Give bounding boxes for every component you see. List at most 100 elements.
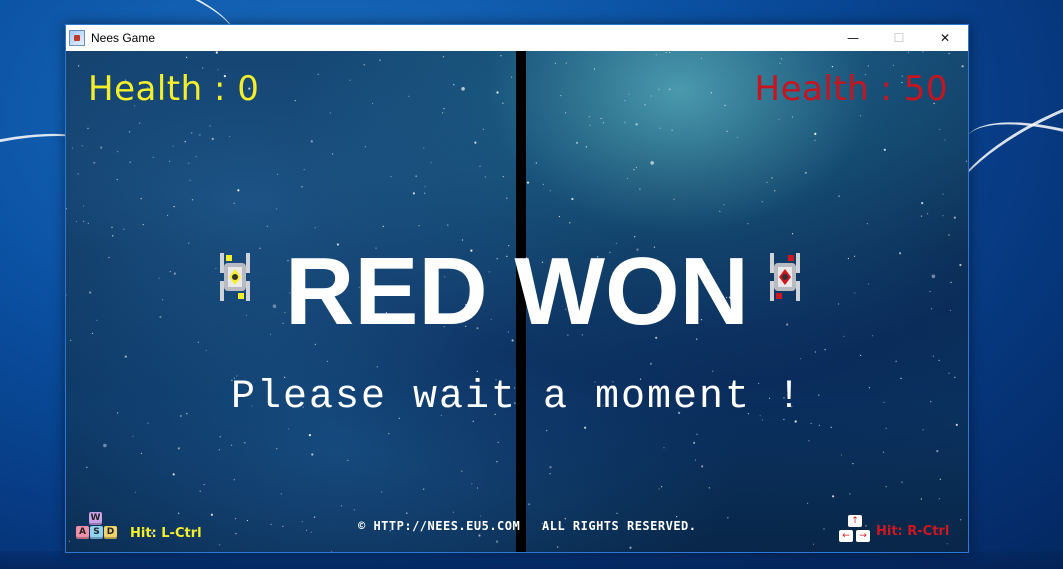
- star: [694, 459, 697, 461]
- star: [86, 466, 88, 468]
- star: [340, 505, 343, 507]
- star: [123, 228, 125, 230]
- star: [936, 450, 939, 453]
- star: [442, 112, 444, 114]
- star: [219, 544, 221, 546]
- star: [589, 124, 591, 126]
- star: [824, 349, 826, 351]
- star: [650, 161, 654, 165]
- star: [231, 444, 233, 446]
- star: [364, 146, 366, 148]
- star: [883, 148, 886, 151]
- star: [616, 512, 618, 514]
- star: [147, 422, 149, 424]
- star: [132, 435, 134, 437]
- star: [546, 430, 548, 432]
- star: [885, 427, 887, 429]
- star: [280, 493, 282, 495]
- star: [282, 525, 284, 527]
- star: [211, 137, 214, 140]
- star: [938, 359, 940, 361]
- star: [814, 139, 816, 141]
- star: [659, 127, 661, 129]
- star: [430, 162, 432, 164]
- star: [186, 56, 188, 58]
- star: [804, 171, 807, 174]
- star: [882, 451, 885, 453]
- star: [495, 540, 499, 543]
- star: [814, 132, 817, 135]
- arrow-up-key: ↑: [848, 515, 862, 527]
- star: [331, 550, 333, 552]
- star: [700, 57, 703, 59]
- star: [663, 447, 665, 449]
- star: [938, 498, 940, 500]
- copyright-link[interactable]: © HTTP://NEES.EU5.COM: [358, 519, 520, 533]
- close-button[interactable]: ✕: [922, 25, 968, 51]
- star: [885, 486, 887, 488]
- left-fire-hint: Hit: L-Ctrl: [130, 526, 202, 541]
- star: [382, 225, 384, 227]
- game-canvas[interactable]: Health : 0 Health : 50 RED WON Please wa…: [66, 51, 968, 552]
- title-bar[interactable]: Nees Game — ☐ ✕: [66, 25, 968, 51]
- star: [173, 206, 175, 208]
- star: [658, 488, 660, 490]
- minimize-button[interactable]: —: [830, 25, 876, 51]
- star: [892, 64, 895, 66]
- key-a: A: [76, 526, 89, 539]
- star: [655, 54, 657, 56]
- star: [233, 202, 235, 204]
- star: [602, 122, 604, 124]
- star: [476, 370, 478, 372]
- star: [191, 132, 193, 134]
- star: [184, 141, 186, 143]
- star: [823, 528, 825, 530]
- star: [103, 443, 107, 448]
- star: [565, 112, 567, 114]
- star: [726, 130, 728, 132]
- star: [549, 190, 551, 192]
- star: [317, 73, 319, 75]
- star: [710, 92, 713, 94]
- star: [68, 540, 70, 542]
- star: [661, 486, 663, 488]
- star: [77, 173, 79, 175]
- star: [921, 202, 924, 205]
- star: [100, 146, 103, 149]
- star: [311, 453, 314, 456]
- star: [676, 516, 678, 518]
- star: [189, 179, 191, 181]
- star: [895, 360, 897, 362]
- star: [808, 440, 810, 442]
- star: [237, 189, 240, 192]
- star: [442, 56, 445, 58]
- game-window: Nees Game — ☐ ✕ Health : 0 Health : 50 R…: [65, 24, 969, 553]
- star: [560, 95, 562, 97]
- star: [471, 483, 473, 485]
- star: [633, 169, 635, 171]
- star: [907, 51, 910, 53]
- star: [807, 502, 809, 504]
- star: [792, 233, 794, 235]
- star: [172, 473, 175, 476]
- star: [87, 127, 89, 129]
- star: [860, 354, 862, 356]
- star: [452, 511, 454, 513]
- star: [585, 146, 587, 148]
- star: [277, 173, 279, 175]
- star: [480, 515, 482, 517]
- star: [859, 115, 862, 117]
- maximize-button[interactable]: ☐: [876, 25, 922, 51]
- star: [478, 534, 481, 537]
- star: [116, 179, 118, 181]
- star: [865, 525, 867, 527]
- star: [747, 223, 749, 225]
- star: [719, 210, 721, 212]
- star: [557, 546, 559, 548]
- star: [376, 366, 378, 368]
- star: [124, 355, 127, 358]
- star: [78, 65, 80, 67]
- star: [506, 197, 508, 199]
- star: [626, 177, 629, 180]
- star: [953, 216, 956, 219]
